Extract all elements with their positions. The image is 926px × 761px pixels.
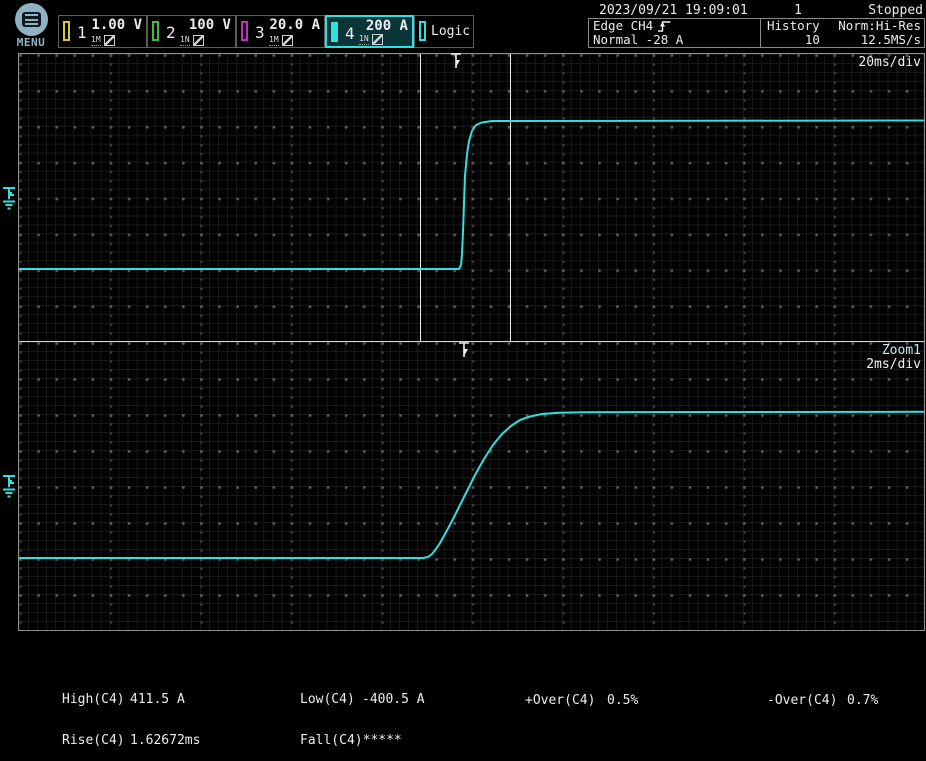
channel-4-ground-marker[interactable] [1,185,18,212]
channel-1-number: 1 [77,23,87,42]
measurement-column-3: +Over(C4) 0.5% [525,667,638,721]
channel-3-number: 3 [255,23,265,42]
channel-3-scale: 20.0 A [269,17,320,33]
channel-4-number: 4 [345,24,355,43]
history-label: History [761,19,836,33]
probe-icon [193,35,204,46]
channel-3-impedance: 1M [269,35,279,46]
channel-2-number: 2 [166,23,176,42]
measurement-neg-over-value: 0.7% [847,694,878,708]
trigger-type-source: Edge CH4 [593,19,653,33]
measurement-high: High(C4) 411.5 A [62,693,200,707]
channel-2-color-swatch [152,21,159,41]
zoom-timebase-label[interactable]: 2ms/div [866,357,921,372]
menu-button[interactable]: MENU [9,3,53,49]
acquisition-settings[interactable]: History Norm:Hi-Res 10 12.5MS/s [761,19,924,47]
main-timebase-label[interactable]: 20ms/div [858,55,921,70]
logic-label: Logic [431,24,470,39]
measurement-high-value: 411.5 A [130,693,185,707]
logic-color-swatch [419,21,426,41]
menu-label: MENU [9,36,53,49]
channel-3-color-swatch [241,21,248,41]
channel-4-indicator[interactable]: 4 200 A 1N [325,15,414,48]
trigger-settings[interactable]: Edge CH4 Normal -28 A [589,19,761,47]
probe-icon [372,34,383,45]
measurement-column-2: Low(C4) -400.5 A Fall(C4) ***** [300,666,425,761]
channel-4-impedance: 1N [359,34,369,45]
channel-bar: 1 1.00 V 1M 2 100 V 1N 3 20.0 A 1M 4 200… [58,15,474,48]
measurement-column-4: -Over(C4) 0.7% [767,667,878,721]
channel-2-impedance: 1N [180,35,190,46]
trigger-position-marker[interactable] [450,53,462,70]
channel-4-zoom-ground-marker[interactable] [1,473,18,500]
channel-3-indicator[interactable]: 3 20.0 A 1M [236,15,325,48]
measurement-low: Low(C4) -400.5 A [300,693,425,707]
measurement-column-1: High(C4) 411.5 A Rise(C4) 1.62672ms [62,666,200,761]
channel-1-indicator[interactable]: 1 1.00 V 1M [58,15,147,48]
acquisition-mode: Norm:Hi-Res [836,19,924,33]
zoom-trigger-position-marker[interactable] [458,342,470,359]
channel-4-zoom-trace [19,342,924,630]
channel-2-indicator[interactable]: 2 100 V 1N [147,15,236,48]
run-state[interactable]: Stopped [868,3,923,18]
channel-1-scale: 1.00 V [91,17,142,33]
measurement-pos-over: +Over(C4) 0.5% [525,694,638,708]
measurement-pos-over-value: 0.5% [607,694,638,708]
channel-4-trace [19,54,924,341]
trigger-acquisition-box: Edge CH4 Normal -28 A History Norm:Hi-Re… [588,18,925,48]
datetime: 2023/09/21 19:09:01 [599,3,748,18]
sample-rate: 12.5MS/s [836,33,924,47]
main-waveform-window: 20ms/div [19,54,924,342]
channel-4-color-swatch [331,22,338,42]
measurement-fall-value: ***** [363,734,402,748]
logic-channel-indicator[interactable]: Logic [414,15,474,48]
channel-4-scale: 200 A [366,18,408,34]
zoom-window-title[interactable]: Zoom1 [882,343,921,358]
channel-1-impedance: 1M [91,35,101,46]
measurement-rise-value: 1.62672ms [130,734,200,748]
channel-2-scale: 100 V [189,17,231,33]
probe-icon [104,35,115,46]
measurement-low-value: -400.5 A [362,693,425,707]
acquisition-count: 1 [786,3,810,18]
history-count: 10 [761,33,836,47]
zoom-waveform-window: Zoom1 2ms/div [19,342,924,630]
probe-icon [282,35,293,46]
measurement-rise: Rise(C4) 1.62672ms [62,734,200,748]
display-graticule: 20ms/div Zoom1 2ms/div [18,53,925,631]
measurement-fall: Fall(C4) ***** [300,734,425,748]
measurement-neg-over: -Over(C4) 0.7% [767,694,878,708]
menu-icon [15,3,48,36]
trigger-mode-level: Normal -28 A [593,33,760,47]
rising-edge-icon [657,20,672,33]
channel-1-color-swatch [63,21,70,41]
